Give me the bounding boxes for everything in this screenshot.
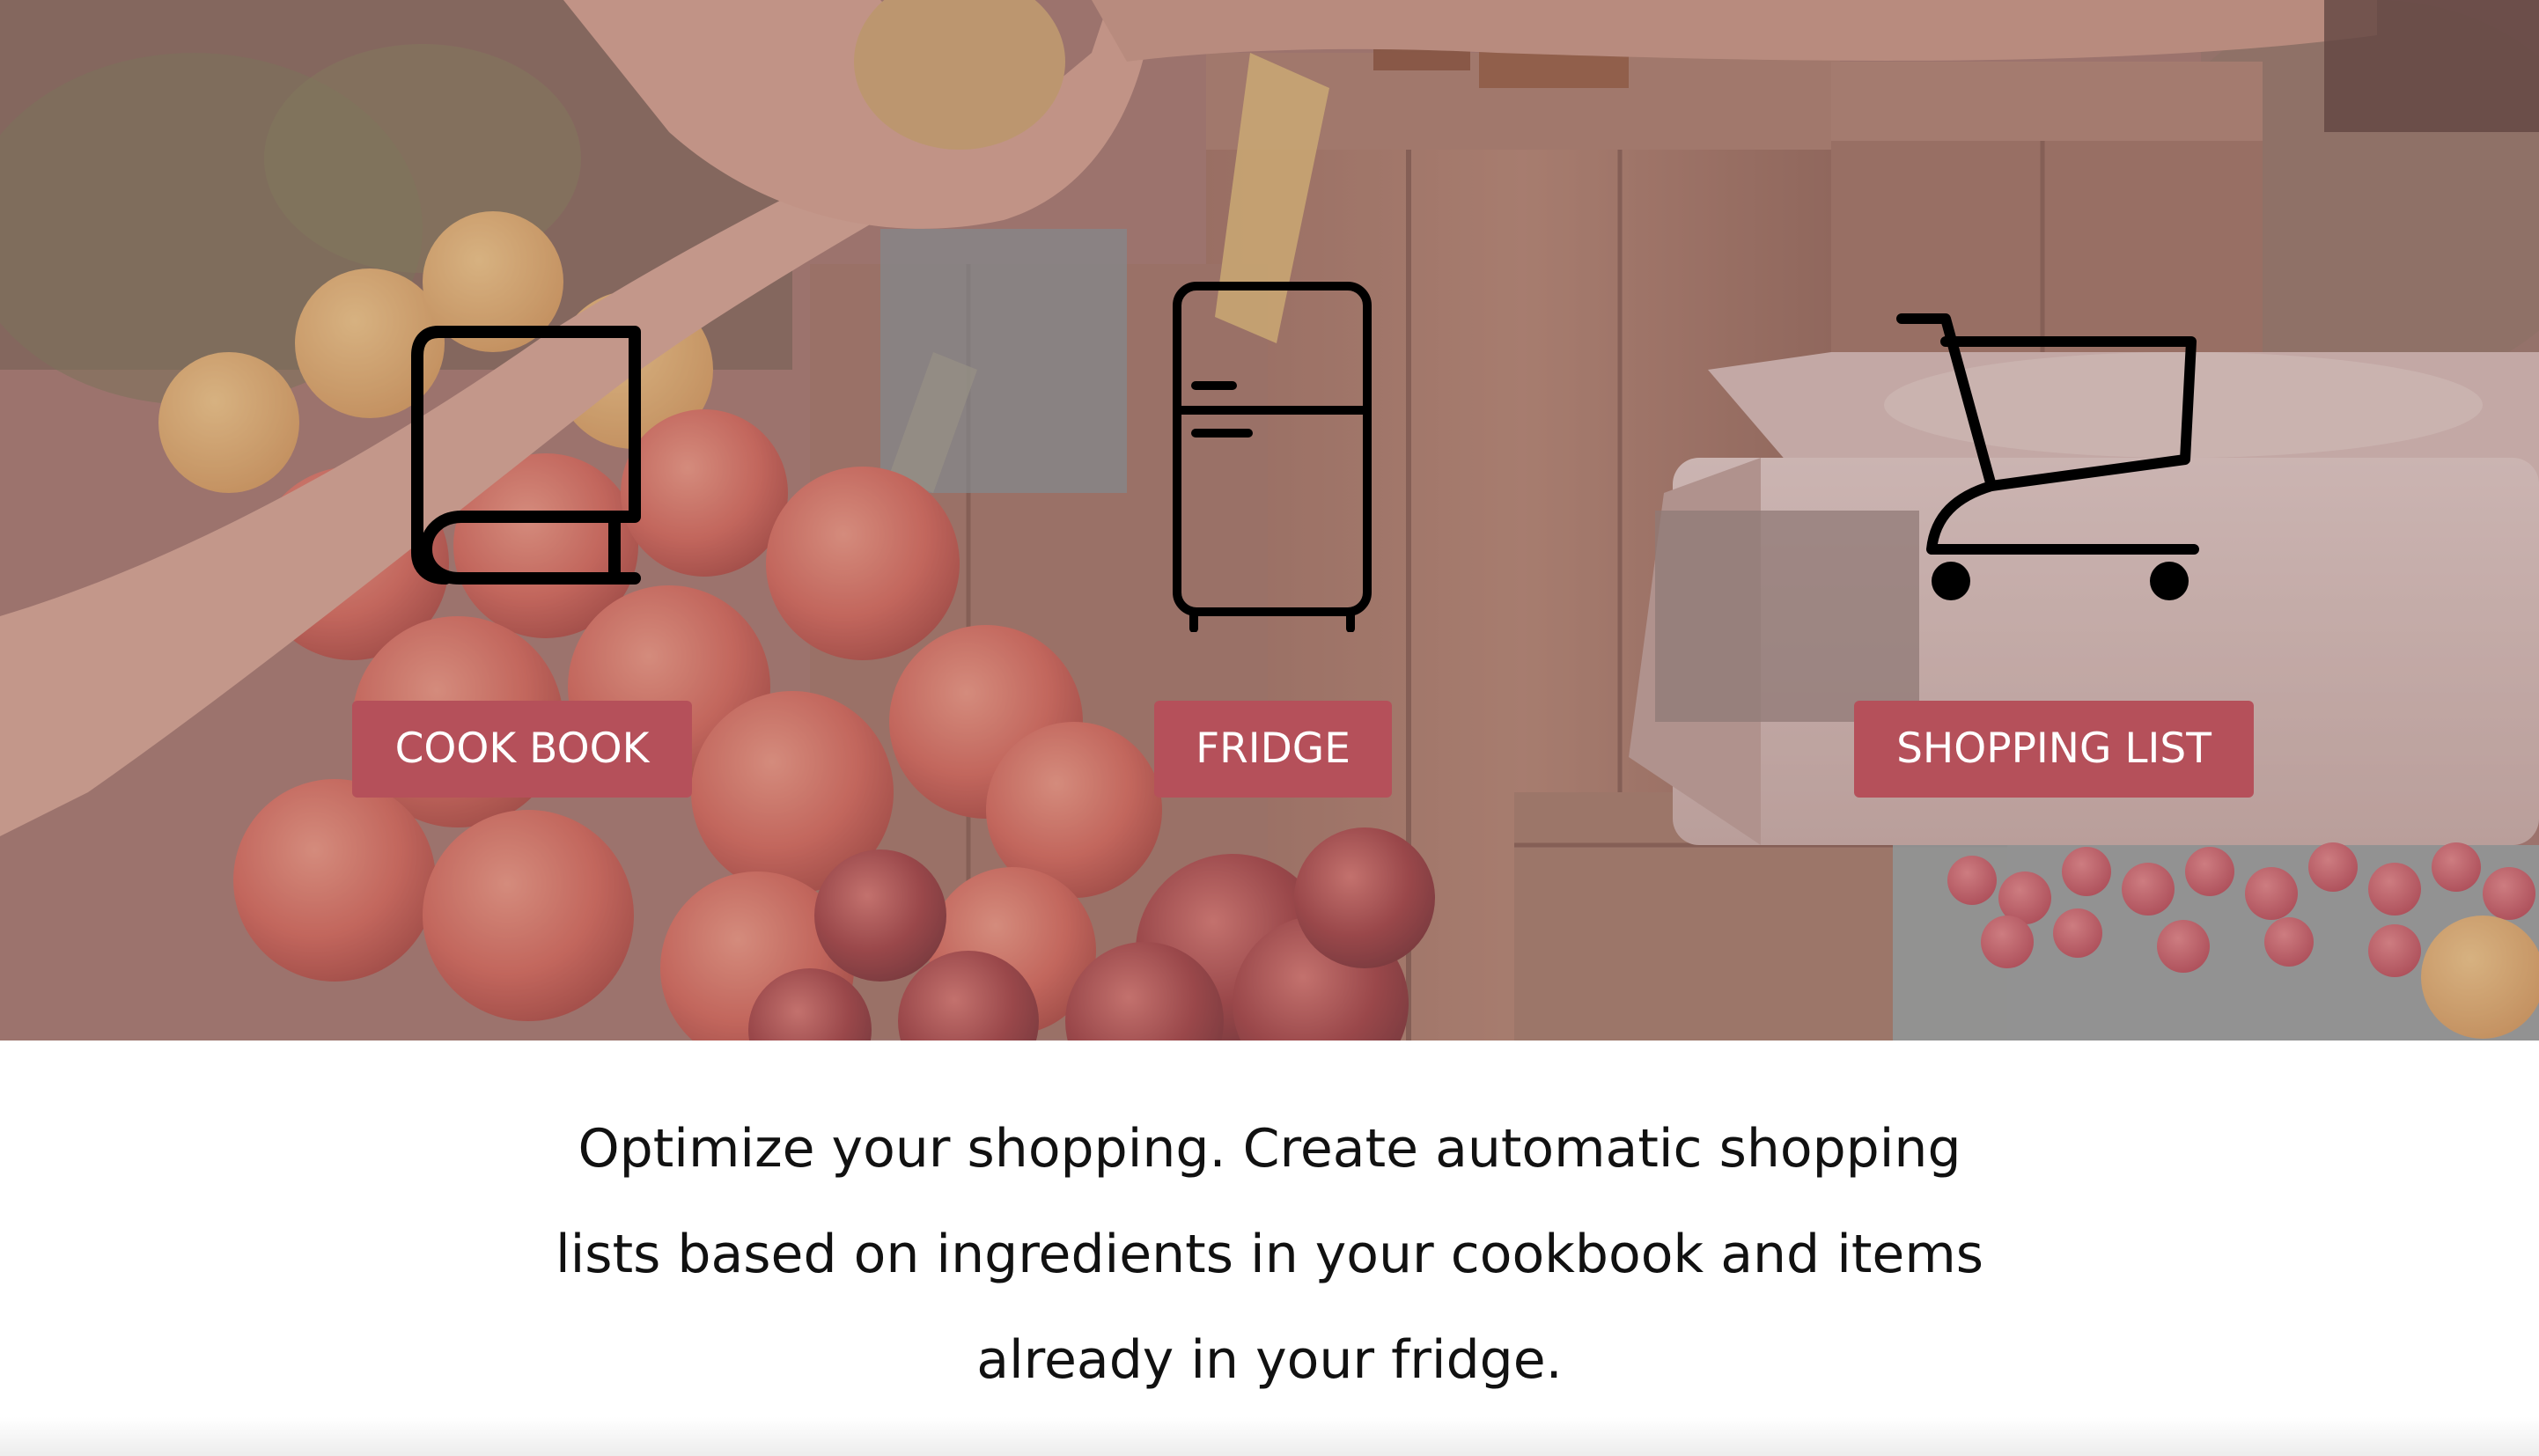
book-icon bbox=[407, 322, 641, 586]
tagline-line-3: already in your fridge. bbox=[976, 1329, 1563, 1391]
shopping-cart-icon bbox=[1895, 310, 2203, 609]
landing-page: COOK BOOK FRIDGE SHOPPING LIST Optimize … bbox=[0, 0, 2539, 1456]
hero-banner: COOK BOOK FRIDGE SHOPPING LIST bbox=[0, 0, 2539, 1041]
bottom-shadow-divider bbox=[0, 1417, 2539, 1456]
tagline-line-1: Optimize your shopping. Create automatic… bbox=[578, 1118, 1961, 1180]
cook-book-button[interactable]: COOK BOOK bbox=[352, 701, 692, 798]
shopping-list-button[interactable]: SHOPPING LIST bbox=[1854, 701, 2254, 798]
fridge-button[interactable]: FRIDGE bbox=[1154, 701, 1392, 798]
fridge-icon bbox=[1171, 280, 1373, 632]
tagline-line-2: lists based on ingredients in your cookb… bbox=[555, 1224, 1984, 1285]
tagline: Optimize your shopping. Create automatic… bbox=[0, 1096, 2539, 1413]
